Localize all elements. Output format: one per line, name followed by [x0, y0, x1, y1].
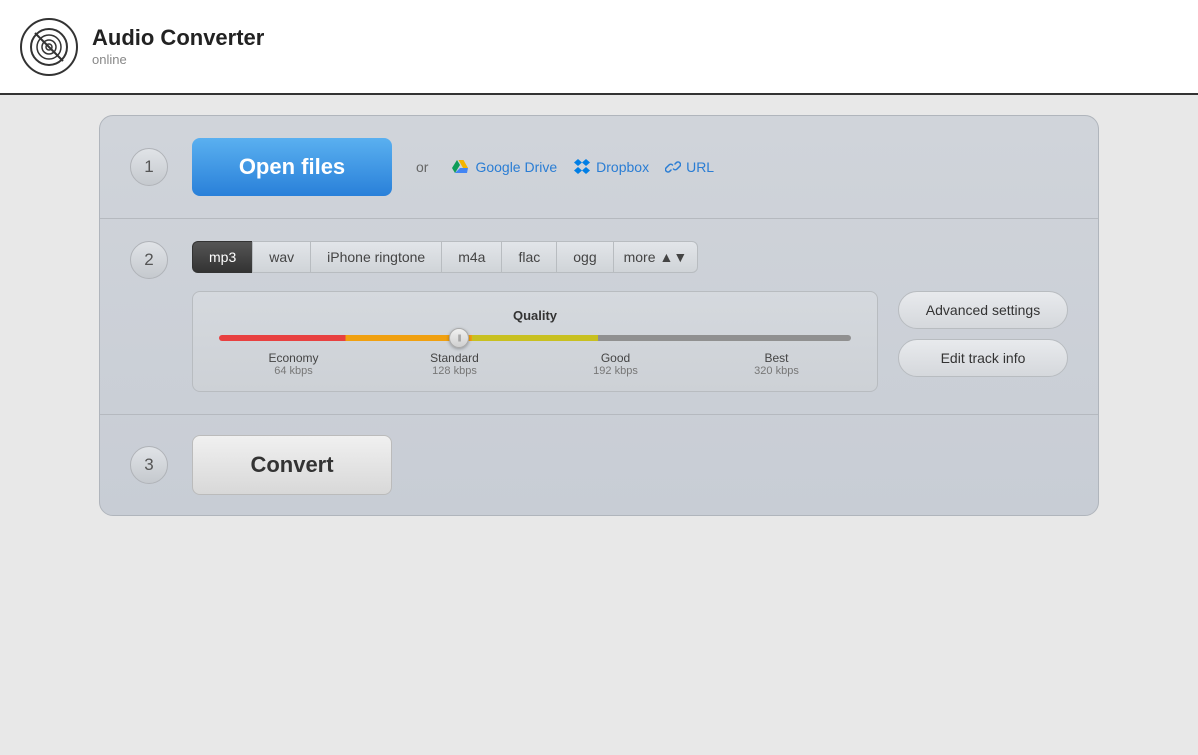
- dropbox-label: Dropbox: [596, 159, 649, 175]
- economy-kbps: 64 kbps: [213, 365, 374, 377]
- cloud-links: Google Drive Dropbox URL: [452, 158, 714, 176]
- quality-title: Quality: [213, 308, 857, 323]
- main-container: 1 Open files or Google Drive: [99, 115, 1099, 516]
- step1-section: 1 Open files or Google Drive: [100, 116, 1098, 218]
- dropbox-icon: [573, 158, 591, 176]
- url-link-icon: [665, 159, 681, 175]
- logo-icon: [29, 27, 69, 67]
- quality-box: Quality Economy 64 kbps Standard 128 kbp…: [192, 291, 878, 392]
- url-label: URL: [686, 159, 714, 175]
- tab-mp3[interactable]: mp3: [192, 241, 252, 273]
- convert-button[interactable]: Convert: [192, 435, 392, 495]
- slider-track: [219, 335, 851, 341]
- app-subtitle: online: [92, 52, 127, 67]
- step3-section: 3 Convert: [100, 415, 1098, 515]
- good-name: Good: [535, 351, 696, 365]
- standard-name: Standard: [374, 351, 535, 365]
- more-chevron-icon: ▲▼: [660, 249, 688, 265]
- best-name: Best: [696, 351, 857, 365]
- app-title: Audio Converter: [92, 25, 264, 51]
- standard-kbps: 128 kbps: [374, 365, 535, 377]
- google-drive-link[interactable]: Google Drive: [452, 158, 557, 176]
- more-label: more: [624, 249, 656, 265]
- edit-track-info-button[interactable]: Edit track info: [898, 339, 1068, 377]
- tab-ogg[interactable]: ogg: [556, 241, 612, 273]
- slider-thumb[interactable]: [449, 328, 469, 348]
- or-text: or: [416, 159, 428, 175]
- step2-number: 2: [130, 241, 168, 279]
- step2-content: mp3 wav iPhone ringtone m4a flac ogg mor…: [192, 241, 1068, 392]
- tab-m4a[interactable]: m4a: [441, 241, 501, 273]
- tab-iphone-ringtone[interactable]: iPhone ringtone: [310, 241, 441, 273]
- quality-best: Best 320 kbps: [696, 351, 857, 377]
- tab-flac[interactable]: flac: [501, 241, 556, 273]
- app-logo: [20, 18, 78, 76]
- tab-more[interactable]: more ▲▼: [613, 241, 699, 273]
- quality-standard: Standard 128 kbps: [374, 351, 535, 377]
- url-link[interactable]: URL: [665, 159, 714, 175]
- open-files-button[interactable]: Open files: [192, 138, 392, 196]
- format-tabs: mp3 wav iPhone ringtone m4a flac ogg mor…: [192, 241, 1068, 273]
- step1-number: 1: [130, 148, 168, 186]
- right-buttons: Advanced settings Edit track info: [898, 291, 1068, 377]
- tab-wav[interactable]: wav: [252, 241, 310, 273]
- google-drive-label: Google Drive: [475, 159, 557, 175]
- step3-number: 3: [130, 446, 168, 484]
- good-kbps: 192 kbps: [535, 365, 696, 377]
- advanced-settings-button[interactable]: Advanced settings: [898, 291, 1068, 329]
- best-kbps: 320 kbps: [696, 365, 857, 377]
- step2-section: 2 mp3 wav iPhone ringtone m4a flac ogg m…: [100, 219, 1098, 414]
- dropbox-link[interactable]: Dropbox: [573, 158, 649, 176]
- quality-section: Quality Economy 64 kbps Standard 128 kbp…: [192, 291, 1068, 392]
- slider-labels: Economy 64 kbps Standard 128 kbps Good 1…: [213, 351, 857, 377]
- google-drive-icon: [452, 158, 470, 176]
- quality-good: Good 192 kbps: [535, 351, 696, 377]
- quality-economy: Economy 64 kbps: [213, 351, 374, 377]
- quality-slider[interactable]: [219, 335, 851, 341]
- economy-name: Economy: [213, 351, 374, 365]
- app-title-group: Audio Converter online: [92, 25, 264, 69]
- header: Audio Converter online: [0, 0, 1198, 95]
